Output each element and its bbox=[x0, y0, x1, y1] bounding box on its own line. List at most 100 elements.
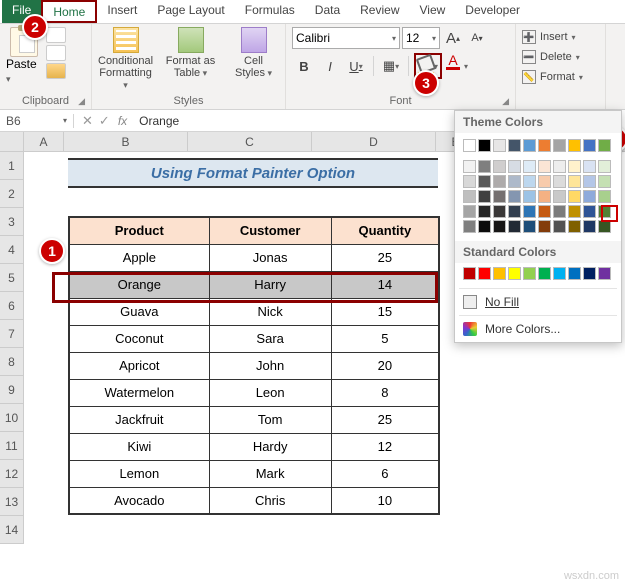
name-box[interactable]: B6▾ bbox=[0, 114, 74, 128]
color-swatch[interactable] bbox=[538, 220, 551, 233]
color-swatch[interactable] bbox=[463, 190, 476, 203]
color-swatch[interactable] bbox=[598, 160, 611, 173]
color-swatch[interactable] bbox=[478, 205, 491, 218]
borders-button[interactable]: ▦▾ bbox=[379, 54, 403, 78]
table-cell[interactable]: Kiwi bbox=[69, 433, 209, 460]
tab-view[interactable]: View bbox=[410, 0, 456, 23]
color-swatch[interactable] bbox=[598, 139, 611, 152]
color-swatch[interactable] bbox=[538, 139, 551, 152]
table-cell[interactable]: Tom bbox=[209, 406, 331, 433]
tab-page-layout[interactable]: Page Layout bbox=[147, 0, 234, 23]
color-swatch[interactable] bbox=[478, 139, 491, 152]
color-swatch[interactable] bbox=[478, 220, 491, 233]
table-cell[interactable]: Leon bbox=[209, 379, 331, 406]
font-size-select[interactable]: 12▾ bbox=[402, 27, 440, 49]
table-row[interactable]: OrangeHarry14 bbox=[69, 271, 439, 298]
cell-styles-button[interactable]: Cell Styles bbox=[228, 27, 279, 91]
font-color-button[interactable]: A bbox=[444, 53, 462, 79]
row-header[interactable]: 5 bbox=[0, 264, 24, 292]
table-row[interactable]: AvocadoChris10 bbox=[69, 487, 439, 514]
col-header-a[interactable]: A bbox=[24, 132, 64, 151]
table-row[interactable]: ApricotJohn20 bbox=[69, 352, 439, 379]
table-cell[interactable]: 8 bbox=[331, 379, 439, 406]
accept-formula-icon[interactable]: ✓ bbox=[99, 113, 110, 129]
col-header-c[interactable]: C bbox=[188, 132, 312, 151]
color-swatch[interactable] bbox=[493, 190, 506, 203]
table-cell[interactable]: Harry bbox=[209, 271, 331, 298]
color-swatch[interactable] bbox=[523, 267, 536, 280]
color-swatch[interactable] bbox=[478, 190, 491, 203]
table-cell[interactable]: Guava bbox=[69, 298, 209, 325]
tab-data[interactable]: Data bbox=[305, 0, 350, 23]
tab-developer[interactable]: Developer bbox=[455, 0, 530, 23]
table-cell[interactable]: Nick bbox=[209, 298, 331, 325]
color-swatch[interactable] bbox=[553, 190, 566, 203]
row-header[interactable]: 3 bbox=[0, 208, 24, 236]
table-row[interactable]: WatermelonLeon8 bbox=[69, 379, 439, 406]
color-swatch[interactable] bbox=[583, 205, 596, 218]
tab-formulas[interactable]: Formulas bbox=[235, 0, 305, 23]
row-header[interactable]: 9 bbox=[0, 376, 24, 404]
color-swatch[interactable] bbox=[583, 267, 596, 280]
color-swatch[interactable] bbox=[463, 139, 476, 152]
table-cell[interactable]: Chris bbox=[209, 487, 331, 514]
color-swatch[interactable] bbox=[508, 175, 521, 188]
color-swatch[interactable] bbox=[493, 220, 506, 233]
color-swatch[interactable] bbox=[538, 267, 551, 280]
row-header[interactable]: 13 bbox=[0, 488, 24, 516]
delete-cells-button[interactable]: Delete▾ bbox=[522, 47, 599, 67]
table-row[interactable]: KiwiHardy12 bbox=[69, 433, 439, 460]
table-row[interactable]: JackfruitTom25 bbox=[69, 406, 439, 433]
format-painter-icon[interactable] bbox=[46, 63, 66, 79]
table-cell[interactable]: Apricot bbox=[69, 352, 209, 379]
color-swatch[interactable] bbox=[583, 190, 596, 203]
color-swatch[interactable] bbox=[568, 267, 581, 280]
color-swatch[interactable] bbox=[508, 139, 521, 152]
select-all-corner[interactable] bbox=[0, 132, 24, 151]
fx-icon[interactable]: fx bbox=[118, 114, 133, 128]
col-header-d[interactable]: D bbox=[312, 132, 436, 151]
color-swatch[interactable] bbox=[523, 220, 536, 233]
more-colors-item[interactable]: More Colors... bbox=[455, 316, 621, 342]
decrease-font-button[interactable]: A▾ bbox=[466, 27, 488, 49]
color-swatch[interactable] bbox=[478, 175, 491, 188]
color-swatch[interactable] bbox=[463, 160, 476, 173]
table-cell[interactable]: Lemon bbox=[69, 460, 209, 487]
table-cell[interactable]: 12 bbox=[331, 433, 439, 460]
color-swatch[interactable] bbox=[568, 205, 581, 218]
table-cell[interactable]: 5 bbox=[331, 325, 439, 352]
color-swatch[interactable] bbox=[568, 220, 581, 233]
col-header-b[interactable]: B bbox=[64, 132, 188, 151]
table-cell[interactable]: 14 bbox=[331, 271, 439, 298]
table-cell[interactable]: 6 bbox=[331, 460, 439, 487]
th-quantity[interactable]: Quantity bbox=[331, 217, 439, 244]
color-swatch[interactable] bbox=[553, 205, 566, 218]
color-swatch[interactable] bbox=[553, 175, 566, 188]
table-cell[interactable]: 25 bbox=[331, 244, 439, 271]
color-swatch[interactable] bbox=[598, 190, 611, 203]
cut-icon[interactable] bbox=[46, 27, 66, 43]
table-cell[interactable]: Watermelon bbox=[69, 379, 209, 406]
tab-review[interactable]: Review bbox=[350, 0, 409, 23]
table-cell[interactable]: Jackfruit bbox=[69, 406, 209, 433]
color-swatch[interactable] bbox=[538, 205, 551, 218]
row-header[interactable]: 10 bbox=[0, 404, 24, 432]
table-cell[interactable]: Coconut bbox=[69, 325, 209, 352]
row-header[interactable]: 2 bbox=[0, 180, 24, 208]
color-swatch[interactable] bbox=[583, 175, 596, 188]
color-swatch[interactable] bbox=[523, 175, 536, 188]
font-launcher-icon[interactable]: ◢ bbox=[502, 96, 509, 107]
color-swatch[interactable] bbox=[568, 190, 581, 203]
color-swatch[interactable] bbox=[493, 139, 506, 152]
table-cell[interactable]: Avocado bbox=[69, 487, 209, 514]
color-swatch[interactable] bbox=[493, 160, 506, 173]
color-swatch[interactable] bbox=[493, 205, 506, 218]
row-header[interactable]: 6 bbox=[0, 292, 24, 320]
italic-button[interactable]: I bbox=[318, 54, 342, 78]
table-cell[interactable]: 15 bbox=[331, 298, 439, 325]
tab-home[interactable]: Home bbox=[41, 0, 97, 23]
color-swatch[interactable] bbox=[598, 175, 611, 188]
table-row[interactable]: CoconutSara5 bbox=[69, 325, 439, 352]
tab-insert[interactable]: Insert bbox=[97, 0, 147, 23]
color-swatch[interactable] bbox=[538, 160, 551, 173]
